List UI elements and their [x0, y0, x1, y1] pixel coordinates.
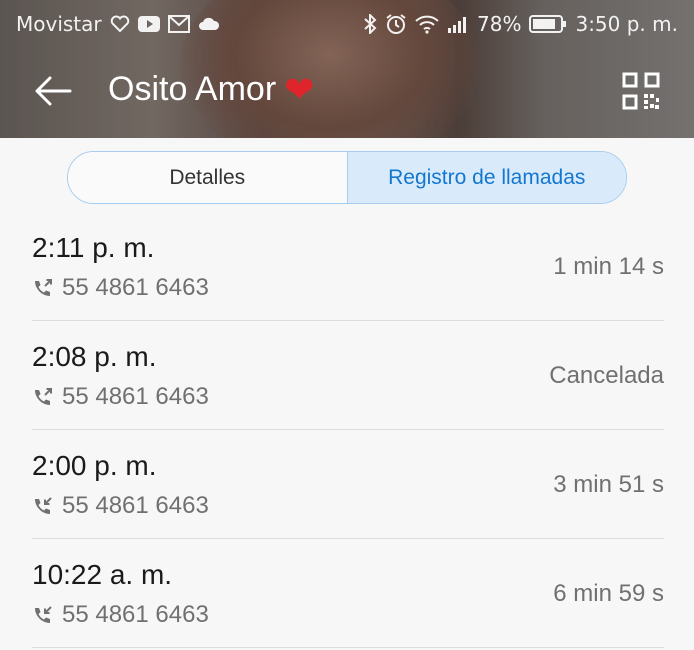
call-time: 2:11 p. m.	[32, 232, 155, 263]
back-button[interactable]	[32, 70, 74, 112]
call-log-item[interactable]: 2:11 p. m. 55 4861 6463 1 min 14 s	[32, 212, 664, 321]
qr-code-button[interactable]	[622, 72, 660, 110]
call-log-item[interactable]: 2:00 p. m. 55 4861 6463 3 min 51 s	[32, 430, 664, 539]
call-duration: 6 min 59 s	[553, 580, 664, 607]
call-number: 55 4861 6463	[62, 492, 209, 519]
qr-code-icon	[622, 72, 660, 110]
call-log-list: 2:11 p. m. 55 4861 6463 1 min 14 s 2:08 …	[32, 212, 664, 648]
call-status-cancelled: Cancelada	[549, 362, 664, 389]
bluetooth-icon	[363, 14, 377, 34]
heart-emoji: ❤	[284, 68, 315, 110]
call-number: 55 4861 6463	[62, 274, 209, 301]
call-log-item[interactable]: 10:22 a. m. 55 4861 6463 6 min 59 s	[32, 539, 664, 648]
tab-registro-de-llamadas[interactable]: Registro de llamadas	[347, 152, 626, 203]
incoming-call-icon	[35, 606, 52, 623]
contact-name: Osito Amor	[108, 70, 277, 108]
contact-title: Osito Amor ❤	[108, 70, 314, 109]
tab-detalles[interactable]: Detalles	[68, 152, 348, 203]
arrow-back-icon	[35, 76, 72, 106]
call-time: 10:22 a. m.	[32, 559, 173, 590]
status-bar: Movistar 78% 3:50 p. m.	[0, 0, 694, 48]
outgoing-call-icon	[35, 388, 52, 405]
call-duration: 3 min 51 s	[553, 471, 664, 498]
carrier-name: Movistar	[16, 12, 102, 36]
outgoing-call-icon	[35, 279, 52, 296]
heart-outline-icon	[110, 15, 130, 33]
call-log-item[interactable]: 2:08 p. m. 55 4861 6463 Cancelada	[32, 321, 664, 430]
cloud-icon	[198, 17, 220, 31]
call-number: 55 4861 6463	[62, 601, 209, 628]
contact-header: Movistar 78% 3:50 p. m. Osito Amor ❤	[0, 0, 694, 138]
call-number: 55 4861 6463	[62, 383, 209, 410]
tab-switcher: Detalles Registro de llamadas	[67, 151, 627, 204]
battery-icon	[529, 14, 567, 34]
alarm-icon	[385, 13, 407, 35]
clock: 3:50 p. m.	[575, 12, 678, 36]
incoming-call-icon	[35, 497, 52, 514]
gmail-icon	[167, 15, 190, 33]
call-time: 2:00 p. m.	[32, 450, 157, 481]
call-time: 2:08 p. m.	[32, 341, 157, 372]
call-duration: 1 min 14 s	[553, 253, 664, 280]
wifi-icon	[415, 14, 439, 34]
app-bar: Osito Amor ❤	[0, 56, 694, 126]
signal-icon	[447, 15, 469, 33]
battery-percent: 78%	[477, 12, 522, 36]
youtube-icon	[137, 16, 160, 32]
